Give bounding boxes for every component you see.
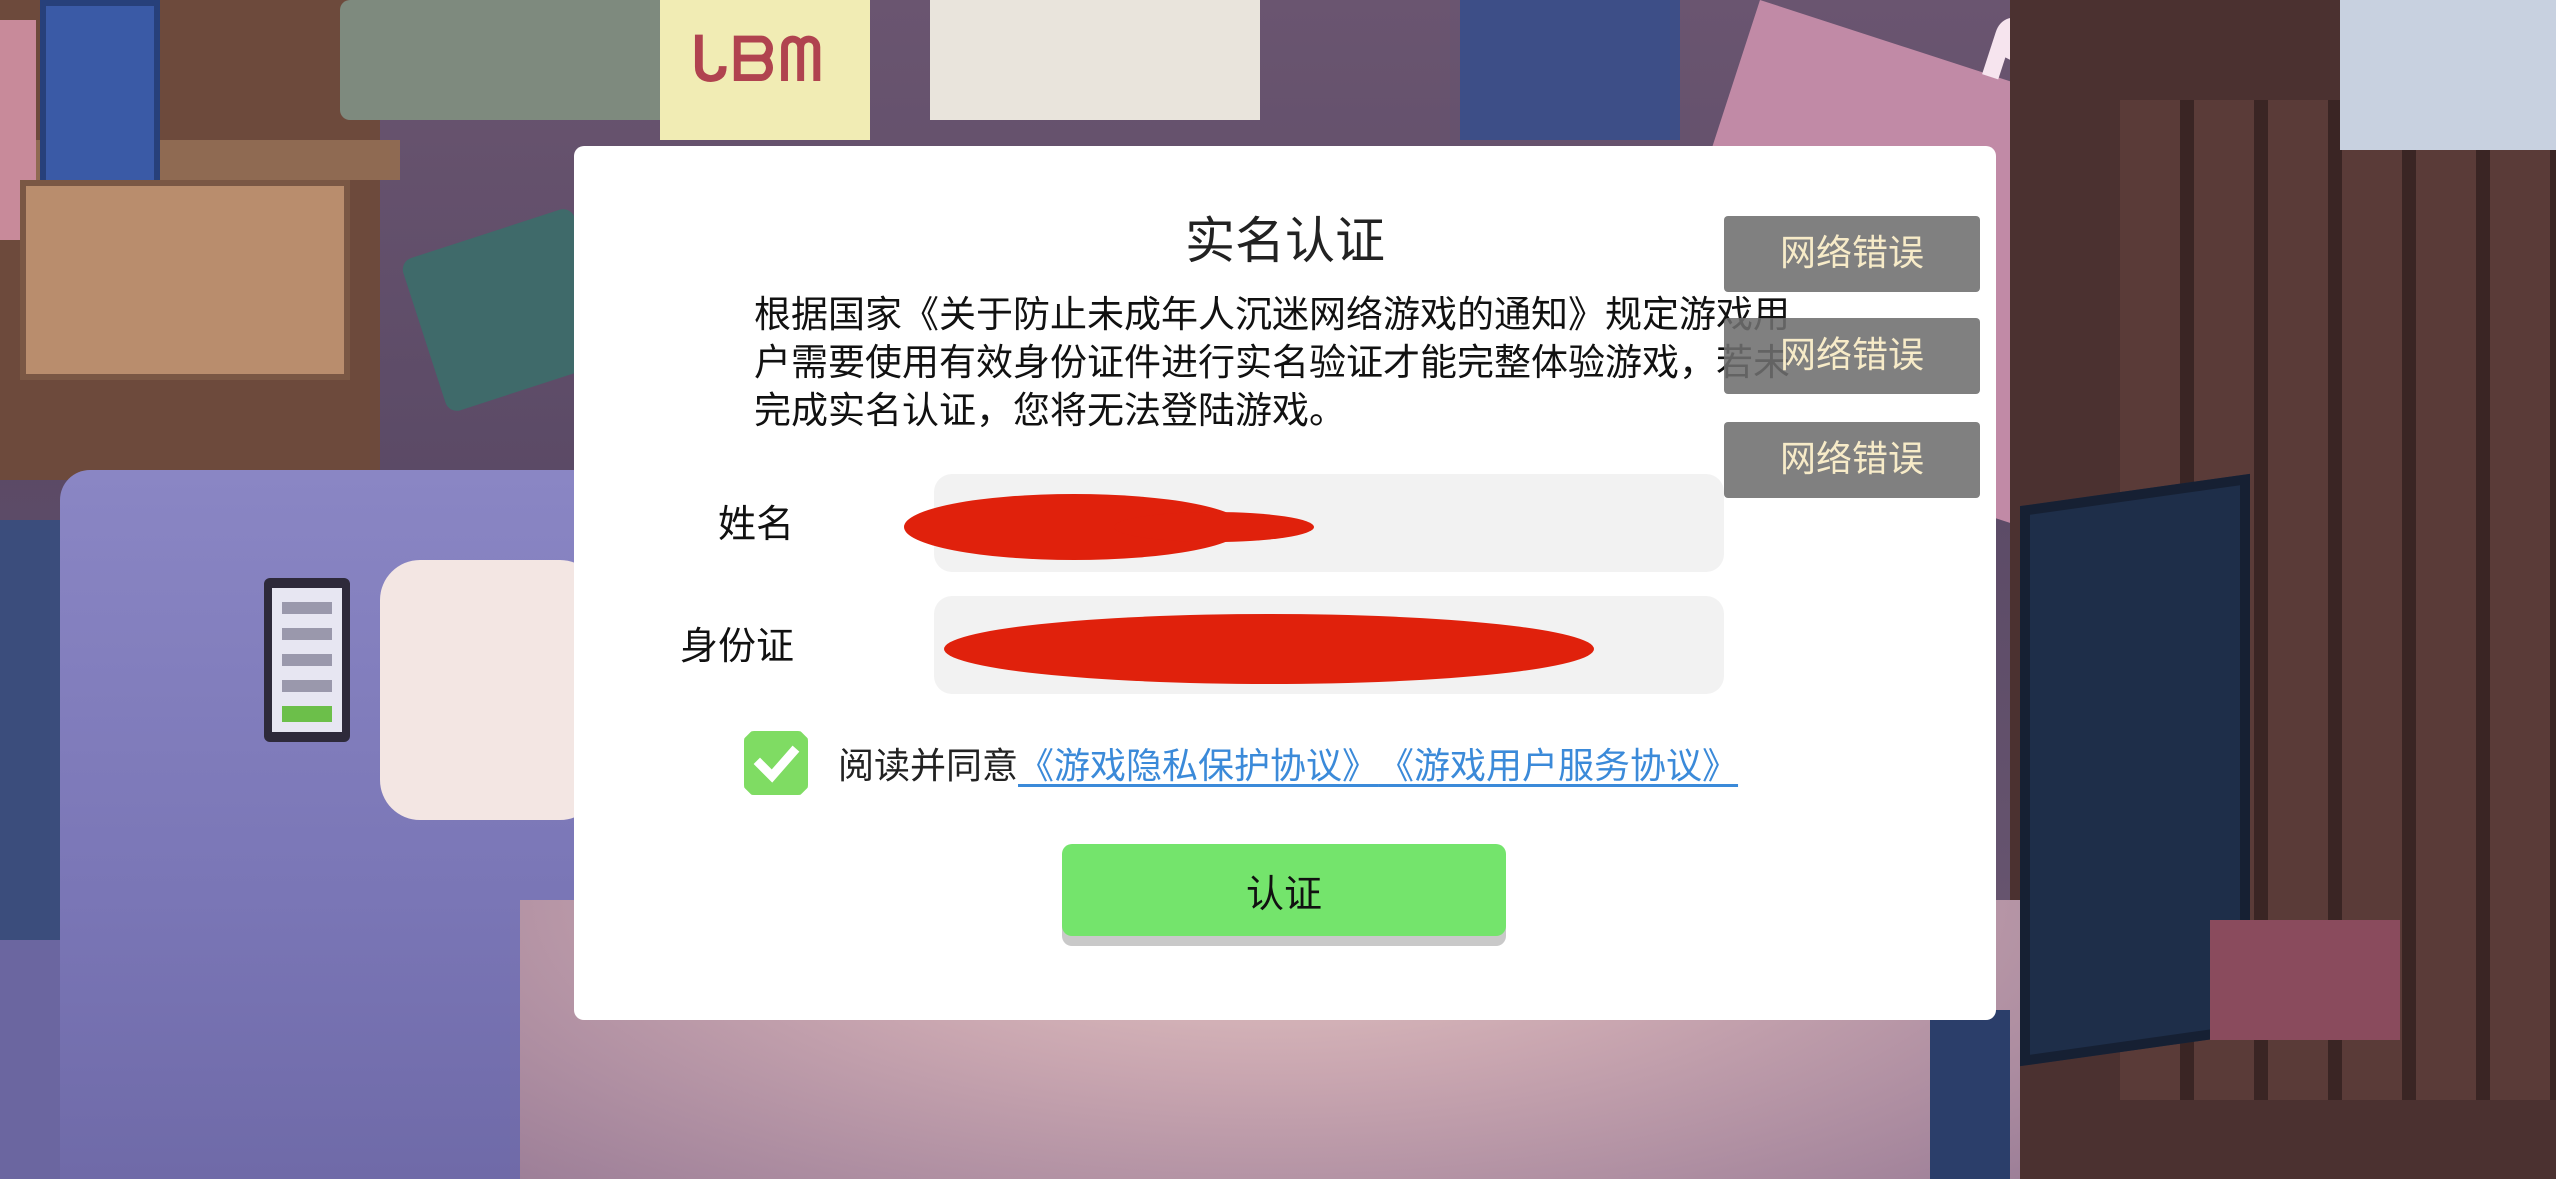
network-error-toast: 网络错误 xyxy=(1724,318,1980,394)
agree-prefix: 阅读并同意 xyxy=(838,746,1019,787)
agreement-row: 阅读并同意 《游戏隐私保护协议》 《游戏用户服务协议》 xyxy=(744,731,1738,795)
phone-screen xyxy=(272,588,342,732)
real-name-dialog: 实名认证 根据国家《关于防止未成年人沉迷网络游戏的通知》规定游戏用户需要使用有效… xyxy=(574,146,1996,1020)
check-icon xyxy=(753,745,800,783)
id-label: 身份证 xyxy=(679,624,794,668)
name-row: 姓名 xyxy=(694,474,1854,574)
phone-icon xyxy=(264,578,350,742)
sticky-note-scribble: ᒐᗷᗰ xyxy=(690,25,827,95)
corner-poster xyxy=(2340,0,2556,150)
top-pillow xyxy=(340,0,680,120)
service-agreement-link[interactable]: 《游戏用户服务协议》 xyxy=(1378,737,1738,789)
blue-box xyxy=(1460,0,1680,140)
name-input[interactable] xyxy=(934,474,1724,572)
drawer xyxy=(20,180,350,380)
network-error-toast: 网络错误 xyxy=(1724,216,1980,292)
privacy-policy-link[interactable]: 《游戏隐私保护协议》 xyxy=(1018,737,1378,789)
agree-checkbox[interactable] xyxy=(744,731,808,795)
id-card-input[interactable] xyxy=(934,596,1724,694)
phone-line xyxy=(282,680,332,692)
network-error-toast: 网络错误 xyxy=(1724,422,1980,498)
phone-line xyxy=(282,628,332,640)
phone-line xyxy=(282,654,332,666)
dialog-description: 根据国家《关于防止未成年人沉迷网络游戏的通知》规定游戏用户需要使用有效身份证件进… xyxy=(754,293,1790,432)
name-label: 姓名 xyxy=(717,502,794,546)
tv-stand xyxy=(2210,920,2400,1040)
verify-button[interactable]: 认证 xyxy=(1062,844,1506,936)
phone-progress-bar xyxy=(282,706,332,722)
id-row: 身份证 xyxy=(680,596,1854,696)
bed-post xyxy=(1930,1010,2010,1179)
bed-pillow xyxy=(380,560,600,820)
paper-sheet xyxy=(930,0,1260,120)
phone-line xyxy=(282,602,332,614)
